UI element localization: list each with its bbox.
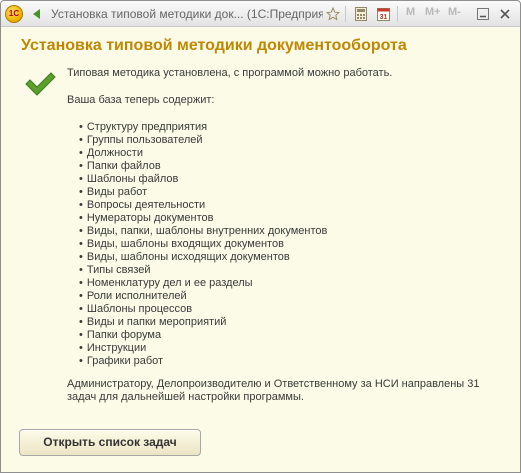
open-task-list-button[interactable]: Открыть список задач — [19, 429, 201, 456]
list-item: • Шаблоны файлов — [79, 173, 179, 185]
result-text: Типовая методика установлена, с программ… — [67, 67, 507, 368]
dialog-window: 1С Установка типовой методики док... (1С… — [0, 0, 521, 473]
svg-text:31: 31 — [379, 14, 387, 21]
list-item: • Группы пользователей — [79, 134, 203, 146]
intro-text: Типовая методика установлена, с программ… — [67, 67, 393, 79]
page-title: Установка типовой методики документообор… — [21, 37, 407, 54]
list-item: • Шаблоны процессов — [79, 303, 193, 315]
calculator-icon[interactable] — [351, 4, 371, 24]
list-item: • Роли исполнителей — [79, 290, 187, 302]
list-item: • Вопросы деятельности — [79, 199, 206, 211]
list-item: • Папки форума — [79, 329, 162, 341]
list-item: • Типы связей — [79, 264, 151, 276]
list-item: • Папки файлов — [79, 160, 161, 172]
contents-subhead: Ваша база теперь содержит: — [67, 94, 215, 106]
calendar-icon[interactable]: 31 — [373, 4, 393, 24]
favorite-star-icon[interactable] — [323, 4, 343, 24]
close-icon[interactable] — [495, 4, 515, 24]
app-logo-icon[interactable]: 1С — [5, 5, 23, 23]
back-arrow-icon[interactable] — [27, 4, 47, 24]
list-item: • Виды, папки, шаблоны внутренних докумен… — [79, 225, 328, 237]
list-item: • Нумераторы документов — [79, 212, 214, 224]
list-item: • Инструкции — [79, 342, 147, 354]
toolbar-separator — [345, 6, 346, 22]
title-bar: 1С Установка типовой методики док... (1С… — [1, 1, 520, 27]
list-item: • Должности — [79, 147, 143, 159]
memory-add-button[interactable]: M+ — [425, 6, 441, 18]
checkmark-icon — [25, 72, 56, 96]
list-item: • Виды, шаблоны входящих документов — [79, 238, 284, 250]
minimize-icon[interactable] — [473, 4, 493, 24]
list-item: • Виды работ — [79, 186, 148, 198]
list-item: • Графики работ — [79, 355, 164, 367]
memory-subtract-button[interactable]: M- — [448, 6, 461, 18]
footer-note: Администратору, Делопроизводителю и Отве… — [67, 378, 480, 403]
contents-list: • Структуру предприятия • Группы пользоват… — [79, 121, 507, 368]
list-item: • Структуру предприятия — [79, 121, 208, 133]
list-item: • Виды и папки мероприятий — [79, 316, 227, 328]
toolbar-separator — [397, 6, 398, 22]
memory-store-button[interactable]: M — [406, 6, 415, 18]
window-title: Установка типовой методики док... (1С:Пр… — [51, 7, 323, 21]
list-item: • Виды, шаблоны исходящих документов — [79, 251, 290, 263]
list-item: • Номенклатуру дел и ее разделы — [79, 277, 253, 289]
